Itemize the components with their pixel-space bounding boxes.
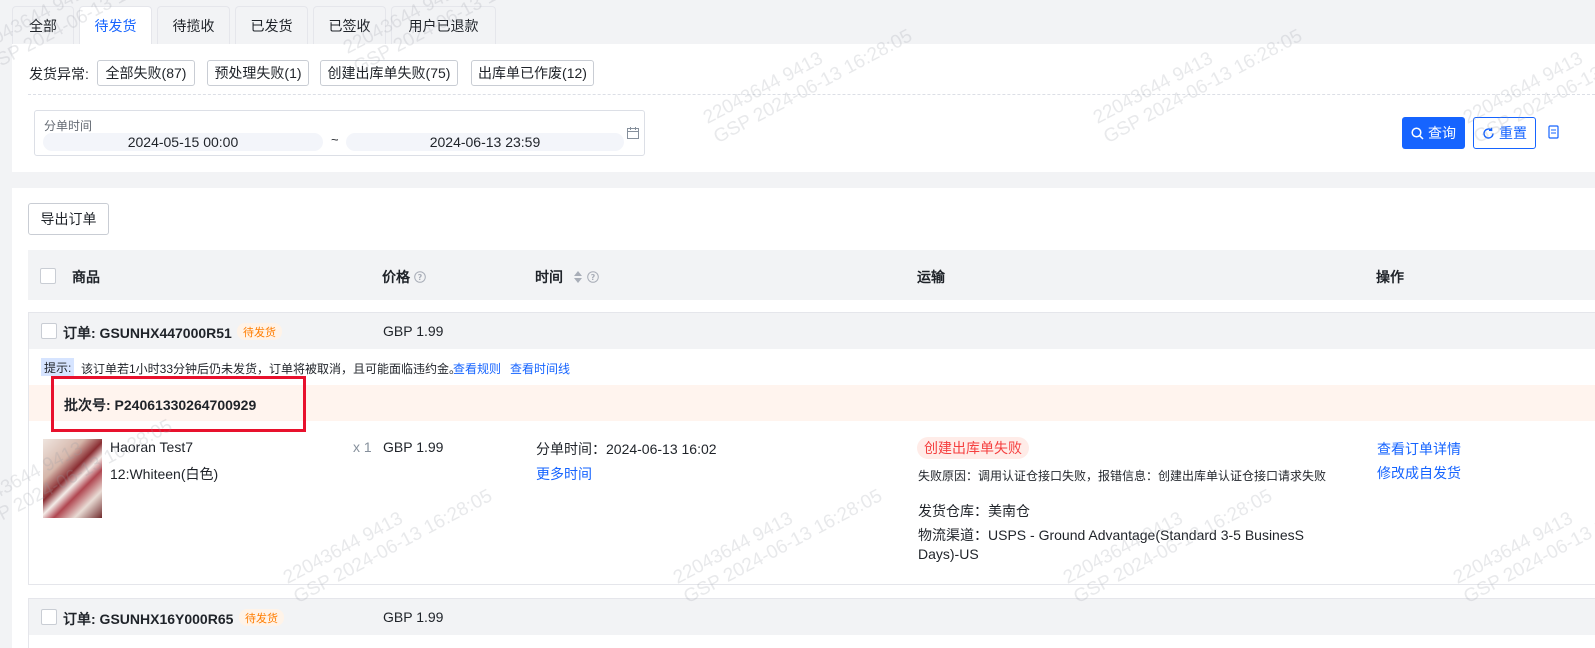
order-checkbox[interactable] [41, 323, 57, 339]
tab-pending-shipment[interactable]: 待发货 [79, 6, 152, 45]
tab-signed[interactable]: 已签收 [313, 6, 386, 44]
table-header: 商品 价格 ? 时间 ? 运输 操作 [28, 250, 1595, 300]
status-badge: 待发货 [239, 609, 284, 626]
export-orders-button[interactable]: 导出订单 [28, 203, 109, 235]
fail-reason: 失败原因：调用认证仓接口失败，报错信息：创建出库单认证仓接口请求失败 [918, 469, 1327, 483]
date-range-label: 分单时间 [44, 119, 93, 133]
highlight-box [51, 376, 306, 432]
order-number: 订单: GSUNHX447000R51 [63, 325, 232, 341]
chip-create-outbound-failed[interactable]: 创建出库单失败(75) [320, 60, 458, 86]
more-time-link[interactable]: 更多时间 [536, 464, 592, 484]
filter-panel: 发货异常: 全部失败(87) 预处理失败(1) 创建出库单失败(75) 出库单已… [12, 44, 1595, 172]
query-label: 查询 [1428, 125, 1456, 141]
tab-all[interactable]: 全部 [12, 6, 74, 44]
order-card: 订单: GSUNHX447000R51 待发货 GBP 1.99 提示: 该订单… [28, 312, 1595, 585]
order-header: 订单: GSUNHX447000R51 待发货 GBP 1.99 [29, 313, 1595, 349]
view-timeline-link[interactable]: 查看时间线 [510, 360, 570, 377]
status-badge: 待发货 [237, 323, 282, 340]
tab-shipped[interactable]: 已发货 [235, 6, 308, 44]
col-product: 商品 [72, 269, 100, 285]
refresh-icon [1483, 127, 1494, 139]
view-order-detail-link[interactable]: 查看订单详情 [1377, 439, 1461, 459]
reset-label: 重置 [1499, 125, 1527, 141]
product-image[interactable] [43, 439, 102, 518]
col-time: 时间 ? [535, 267, 599, 287]
date-range-picker[interactable]: 分单时间 2024-05-15 00:00 ~ 2024-06-13 23:59 [34, 110, 645, 156]
select-all-checkbox[interactable] [40, 268, 56, 284]
shipping-warehouse: 发货仓库：美南仓 [918, 503, 1030, 519]
product-price: GBP 1.99 [383, 439, 444, 455]
col-actions: 操作 [1376, 269, 1404, 285]
tab-pending-pickup[interactable]: 待揽收 [157, 6, 230, 44]
reset-button[interactable]: 重置 [1473, 117, 1536, 149]
document-icon[interactable] [1548, 125, 1560, 139]
divider [28, 94, 1595, 95]
orders-panel: 导出订单 商品 价格 ? 时间 ? 运输 操作 订单: GSUNHX447000… [12, 188, 1595, 648]
chip-preprocess-failed[interactable]: 预处理失败(1) [207, 60, 309, 86]
tip-text: 该订单若1小时33分钟后仍未发货，订单将被取消，且可能面临违约金。 [81, 362, 462, 376]
date-end-input[interactable]: 2024-06-13 23:59 [346, 133, 624, 151]
chip-all-failed[interactable]: 全部失败(87) [97, 60, 195, 86]
order-card: 订单: GSUNHX16Y000R65 待发货 GBP 1.99 [28, 598, 1595, 648]
svg-text:?: ? [591, 273, 596, 282]
order-price: GBP 1.99 [383, 323, 444, 339]
fail-status-badge: 创建出库单失败 [917, 437, 1029, 459]
order-price: GBP 1.99 [383, 609, 444, 625]
tab-refunded[interactable]: 用户已退款 [391, 6, 496, 44]
status-tabs: 全部 待发货 待揽收 已发货 已签收 用户已退款 [0, 0, 1595, 45]
product-sku: 12:Whiteen(白色) [110, 466, 219, 482]
help-icon[interactable]: ? [587, 271, 599, 283]
exception-label: 发货异常: [29, 66, 89, 82]
svg-text:?: ? [418, 273, 423, 282]
order-checkbox[interactable] [41, 609, 57, 625]
view-rules-link[interactable]: 查看规则 [453, 360, 501, 377]
help-icon[interactable]: ? [414, 271, 426, 283]
sort-icon[interactable] [573, 270, 583, 284]
split-time: 分单时间：2024-06-13 16:02 [536, 441, 717, 457]
tip-tag: 提示: [41, 358, 75, 376]
col-price: 价格 ? [382, 267, 426, 287]
product-quantity: x 1 [353, 439, 372, 455]
logistics-channel: 物流渠道：USPS - Ground Advantage(Standard 3-… [918, 527, 1304, 562]
order-number: 订单: GSUNHX16Y000R65 [63, 611, 234, 627]
date-separator: ~ [331, 132, 339, 147]
calendar-icon[interactable] [627, 127, 639, 139]
chip-outbound-voided[interactable]: 出库单已作废(12) [471, 60, 594, 86]
query-button[interactable]: 查询 [1402, 117, 1465, 149]
date-start-input[interactable]: 2024-05-15 00:00 [43, 133, 323, 151]
search-icon [1411, 126, 1424, 140]
change-to-self-ship-link[interactable]: 修改成自发货 [1377, 463, 1461, 483]
col-shipping: 运输 [917, 269, 945, 285]
product-name: Haoran Test7 [110, 439, 194, 455]
order-header: 订单: GSUNHX16Y000R65 待发货 GBP 1.99 [29, 599, 1595, 635]
